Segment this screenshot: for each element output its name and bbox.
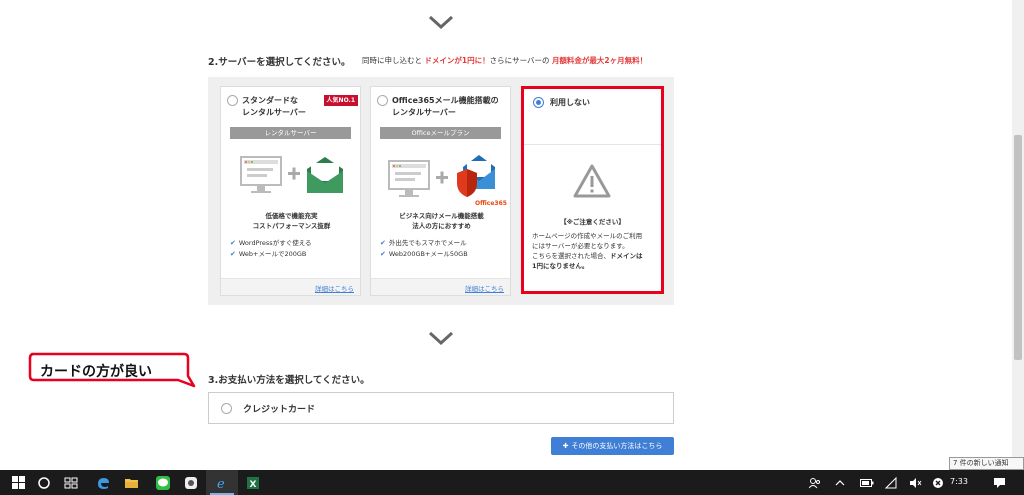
chevron-up-icon[interactable] (830, 470, 850, 495)
office-mail-icon (388, 155, 495, 197)
section3-heading: 3.お支払い方法を選択してください。 (208, 375, 370, 386)
line-icon[interactable] (150, 470, 176, 495)
desc-line2: 法人の方におすすめ (412, 222, 471, 230)
callout-text: カードの方が良い (40, 364, 152, 380)
card-footer: 詳細はこちら (221, 278, 360, 295)
card-description: ビジネス向けメール機能搭載 法人の方におすすめ (375, 211, 508, 231)
edge-icon[interactable] (90, 470, 116, 495)
caution-body: ホームページの作成やメールのご利用 にはサーバーが必要となります。 こちらを選択… (532, 231, 643, 271)
taskbar: e X 7:33 (0, 470, 1024, 495)
notification-toast[interactable]: 7 件の新しい通知 (949, 457, 1024, 470)
card-title-line2: レンタルサーバー (242, 108, 306, 117)
check-icon: ✔ (380, 239, 386, 247)
caution-line2: にはサーバーが必要となります。 (532, 242, 629, 250)
note-highlight-free: 月額料金が最大2ヶ月無料！ (551, 56, 648, 65)
caution-line3-text: こちらを選択された場合、 (532, 252, 610, 260)
caution-title: 【※ご注意ください】 (560, 218, 625, 226)
task-view-icon[interactable] (58, 470, 84, 495)
other-payment-button[interactable]: ✚ その他の支払い方法はこちら (551, 437, 674, 455)
battery-icon[interactable] (856, 470, 878, 495)
monitor-mail-illustration (239, 153, 345, 203)
plan-label: Officeメールプラン (380, 127, 501, 139)
details-link[interactable]: 詳細はこちら (465, 283, 504, 293)
card-footer: 詳細はこちら (371, 278, 510, 295)
radio-office365[interactable] (377, 95, 388, 106)
details-link[interactable]: 詳細はこちら (315, 283, 354, 293)
feature-text: WordPressがすぐ使える (238, 239, 312, 247)
other-payment-label: その他の支払い方法はこちら (571, 442, 663, 450)
server-card-standard[interactable]: スタンダードな レンタルサーバー 人気NO.1 レンタルサーバー 低価格で機能充… (220, 86, 361, 296)
vertical-scrollbar[interactable] (1012, 0, 1024, 470)
wifi-icon[interactable] (880, 470, 902, 495)
chevron-down-icon (428, 330, 454, 346)
desc-line2: コストパフォーマンス抜群 (252, 222, 331, 230)
caution-line4: 1円になりません。 (532, 262, 589, 270)
card-title-line2: レンタルサーバー (392, 108, 456, 117)
note-highlight-domain: ドメインが1円に！ (424, 56, 490, 65)
feature-text: Web200GB+メール50GB (388, 250, 468, 258)
file-explorer-icon[interactable] (118, 470, 144, 495)
divider (524, 144, 661, 145)
app-icon[interactable] (178, 470, 204, 495)
web-page: 2.サーバーを選択してください。 同時に申し込むと ドメインが1円に！さらにサー… (0, 0, 1012, 470)
close-circle-icon[interactable] (928, 470, 948, 495)
taskbar-clock[interactable]: 7:33 (950, 477, 968, 486)
svg-text:X: X (250, 480, 257, 490)
radio-no-use[interactable] (533, 97, 544, 108)
popular-badge: 人気NO.1 (323, 95, 358, 106)
feature-text: Web+メールで200GB (238, 250, 307, 258)
feature-item: ✔ 外出先でもスマホでメール (380, 238, 467, 248)
excel-icon[interactable]: X (240, 470, 266, 495)
card-title: 利用しない (550, 98, 590, 107)
scrollbar-thumb[interactable] (1014, 135, 1022, 360)
credit-card-label: クレジットカード (243, 405, 316, 415)
server-card-office365[interactable]: Office365メール機能搭載の レンタルサーバー Officeメールプラン (370, 86, 511, 296)
card-description: 低価格で機能充実 コストパフォーマンス抜群 (225, 211, 358, 231)
section2-heading: 2.サーバーを選択してください。 (208, 57, 351, 68)
card-title-line1: Office365メール機能搭載の (392, 96, 499, 105)
feature-item: ✔ WordPressがすぐ使える (230, 238, 312, 248)
caution-line3: こちらを選択された場合、ドメインは (532, 251, 643, 261)
desc-line1: ビジネス向けメール機能搭載 (399, 212, 484, 220)
svg-text:e: e (217, 477, 225, 490)
monitor-icon (240, 156, 343, 193)
plan-label: レンタルサーバー (230, 127, 351, 139)
payment-option-credit-card[interactable]: クレジットカード (208, 392, 674, 424)
caution-line3-bold: ドメインは (610, 252, 643, 260)
note-prefix: 同時に申し込むと (362, 56, 422, 65)
notification-icon[interactable] (986, 470, 1012, 495)
note-middle: さらにサーバーの (489, 56, 550, 65)
check-icon: ✔ (380, 250, 386, 258)
ie-icon[interactable]: e (206, 470, 238, 495)
windows-start-icon[interactable] (4, 470, 32, 495)
check-icon: ✔ (230, 250, 236, 258)
warning-icon (572, 163, 612, 203)
feature-item: ✔ Web+メールで200GB (230, 249, 306, 259)
plus-icon: ✚ (562, 442, 569, 450)
check-icon: ✔ (230, 239, 236, 247)
cortana-icon[interactable] (32, 470, 56, 495)
radio-standard[interactable] (227, 95, 238, 106)
chevron-down-icon (428, 14, 454, 30)
card-title: Office365メール機能搭載の レンタルサーバー (392, 95, 499, 119)
card-title-line1: スタンダードな (242, 96, 298, 105)
people-icon[interactable] (804, 470, 826, 495)
volume-icon[interactable] (904, 470, 926, 495)
card-title: スタンダードな レンタルサーバー (242, 95, 306, 119)
server-card-none[interactable]: 利用しない 【※ご注意ください】 ホームページの作成やメールのご利用 にはサーバ… (521, 86, 664, 294)
feature-item: ✔ Web200GB+メール50GB (380, 249, 468, 259)
feature-text: 外出先でもスマホでメール (388, 239, 467, 247)
radio-credit-card[interactable] (221, 403, 232, 414)
caution-line1: ホームページの作成やメールのご利用 (532, 232, 643, 240)
desc-line1: 低価格で機能充実 (265, 212, 318, 220)
office365-label: Office365 (475, 200, 507, 207)
section2-note: 同時に申し込むと ドメインが1円に！さらにサーバーの 月額料金が最大2ヶ月無料！ (362, 55, 647, 66)
